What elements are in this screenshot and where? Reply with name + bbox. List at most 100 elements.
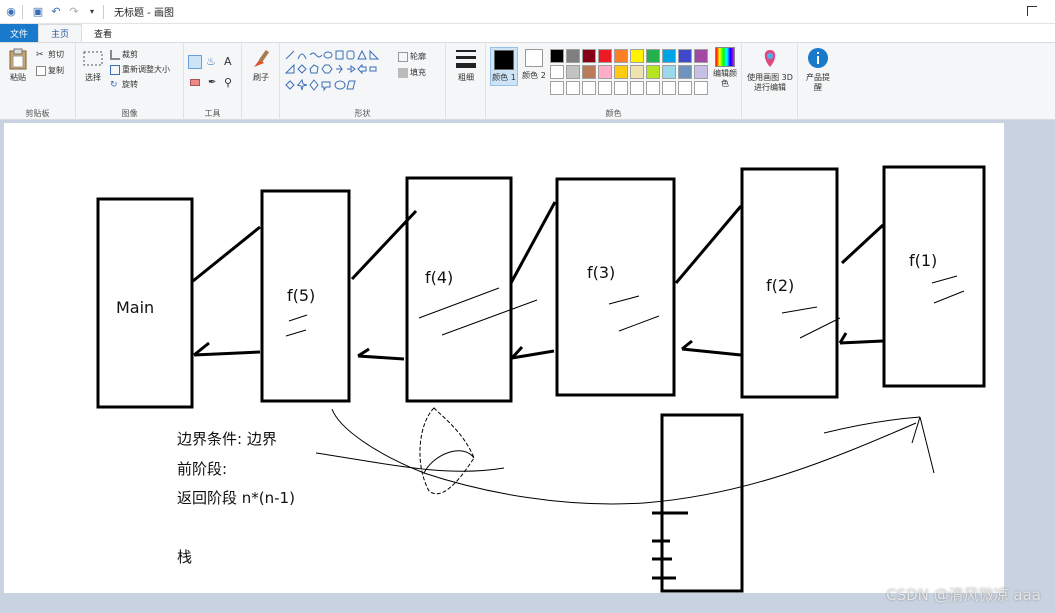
- color2-swatch: [525, 49, 543, 67]
- tools-group-label: 工具: [204, 109, 221, 118]
- color-swatch[interactable]: [646, 65, 660, 79]
- color-swatch[interactable]: [614, 49, 628, 63]
- eraser-icon[interactable]: [190, 79, 200, 86]
- color-swatch[interactable]: [694, 65, 708, 79]
- colors-group: 颜色 1 颜色 2 编辑颜色 颜色: [486, 43, 742, 121]
- text-icon[interactable]: A: [224, 55, 232, 68]
- rotate-icon: ↻: [110, 79, 118, 90]
- watermark: CSDN @清风微凉 aaa: [886, 586, 1041, 604]
- save-icon[interactable]: ▣: [31, 5, 45, 19]
- color-swatch[interactable]: [662, 49, 676, 63]
- tab-view[interactable]: 查看: [82, 24, 124, 42]
- outline-button[interactable]: 轮廓: [398, 51, 426, 62]
- cut-button[interactable]: ✂ 剪切: [36, 49, 64, 60]
- color-swatch[interactable]: [630, 65, 644, 79]
- ribbon-tabs: 文件 主页 查看: [0, 24, 1055, 42]
- magnifier-icon[interactable]: ⚲: [224, 76, 232, 89]
- brush-icon: [254, 49, 270, 67]
- color-swatch[interactable]: [550, 65, 564, 79]
- color-swatch[interactable]: [630, 49, 644, 63]
- call-arrow: [509, 201, 557, 284]
- color-swatch[interactable]: [694, 49, 708, 63]
- note-stack: 栈: [177, 548, 193, 566]
- box-stack: [660, 413, 744, 593]
- box-f3: [555, 177, 676, 397]
- tab-home[interactable]: 主页: [38, 24, 83, 42]
- color-swatch[interactable]: [630, 81, 644, 95]
- color-swatch[interactable]: [662, 65, 676, 79]
- color-swatch[interactable]: [614, 65, 628, 79]
- crop-button[interactable]: 裁剪: [110, 49, 138, 60]
- color-swatch[interactable]: [598, 81, 612, 95]
- label-f3: f(3): [587, 263, 616, 282]
- box-f1: [882, 165, 986, 388]
- color-swatch[interactable]: [566, 81, 580, 95]
- brushes-button[interactable]: 刷子: [248, 47, 274, 83]
- paint3d-label: 使用画图 3D 进行编辑: [747, 73, 793, 92]
- color-swatch[interactable]: [566, 65, 580, 79]
- select-label: 选择: [85, 73, 101, 82]
- tab-file[interactable]: 文件: [0, 24, 39, 42]
- label-f2: f(2): [766, 276, 795, 295]
- outline-label: 轮廓: [410, 52, 426, 61]
- redo-icon[interactable]: ↷: [67, 5, 81, 19]
- color-swatch[interactable]: [646, 81, 660, 95]
- return-arrow: [510, 345, 555, 360]
- canvas-drawing: [96, 165, 986, 593]
- product-alert-button[interactable]: 产品提醒: [804, 47, 832, 93]
- label-f4: f(4): [425, 268, 454, 287]
- color-swatch[interactable]: [614, 81, 628, 95]
- select-button[interactable]: 选择: [80, 47, 106, 83]
- color1-button[interactable]: 颜色 1: [490, 47, 518, 86]
- drawing-canvas[interactable]: Main f(5) f(4) f(3) f(2) f(1) 边界条件: 边界 前…: [4, 123, 1004, 593]
- color-swatch[interactable]: [582, 65, 596, 79]
- color-swatch[interactable]: [694, 81, 708, 95]
- color-swatch[interactable]: [582, 81, 596, 95]
- color-picker-icon[interactable]: ✒: [208, 77, 216, 88]
- color-swatch[interactable]: [646, 49, 660, 63]
- color-swatch[interactable]: [678, 49, 692, 63]
- product-alert-group: 产品提醒: [798, 43, 838, 121]
- clipboard-group: 粘贴 ✂ 剪切 复制 剪贴板: [0, 43, 76, 121]
- colors-group-label: 颜色: [605, 109, 622, 118]
- return-arrow: [681, 339, 742, 357]
- fill-shape-icon: [398, 67, 408, 78]
- fill-icon[interactable]: ♨: [206, 55, 216, 68]
- color-swatch[interactable]: [566, 49, 580, 63]
- pencil-icon[interactable]: [188, 55, 202, 69]
- customize-toolbar-icon[interactable]: ▾: [85, 5, 99, 19]
- paste-button[interactable]: 粘贴: [6, 47, 30, 83]
- size-button[interactable]: 粗细: [452, 47, 480, 83]
- undo-icon[interactable]: ↶: [49, 5, 63, 19]
- color-swatch[interactable]: [678, 65, 692, 79]
- crop-label: 裁剪: [122, 50, 138, 59]
- shapes-group-label: 形状: [354, 109, 371, 118]
- paint3d-button[interactable]: 使用画图 3D 进行编辑: [746, 47, 794, 93]
- label-f1: f(1): [909, 251, 938, 270]
- fill-button[interactable]: 填充: [398, 67, 426, 78]
- resize-button[interactable]: 重新调整大小: [110, 64, 170, 75]
- color-swatch[interactable]: [662, 81, 676, 95]
- color-swatch[interactable]: [598, 49, 612, 63]
- color-swatch[interactable]: [582, 49, 596, 63]
- divider: [22, 4, 23, 19]
- line-size-icon: [456, 50, 476, 68]
- outline-icon: [398, 51, 408, 62]
- brushes-label: 刷子: [253, 73, 269, 82]
- copy-button[interactable]: 复制: [36, 65, 64, 76]
- resize-label: 重新调整大小: [122, 65, 170, 74]
- restore-window-icon[interactable]: [1027, 6, 1037, 16]
- color-swatch[interactable]: [550, 49, 564, 63]
- copy-icon: [36, 65, 46, 76]
- color1-label: 颜色 1: [492, 73, 516, 82]
- edit-colors-button[interactable]: 编辑颜色: [710, 47, 740, 89]
- color-swatch[interactable]: [678, 81, 692, 95]
- color-swatch[interactable]: [598, 65, 612, 79]
- rotate-button[interactable]: ↻ 旋转: [110, 79, 138, 90]
- note-return: 返回阶段 n*(n-1): [177, 489, 295, 507]
- color-swatch[interactable]: [550, 81, 564, 95]
- shapes-gallery-icon[interactable]: [284, 49, 392, 93]
- color2-button[interactable]: 颜色 2: [520, 47, 548, 83]
- paint3d-icon: [764, 50, 776, 67]
- cut-label: 剪切: [48, 50, 64, 59]
